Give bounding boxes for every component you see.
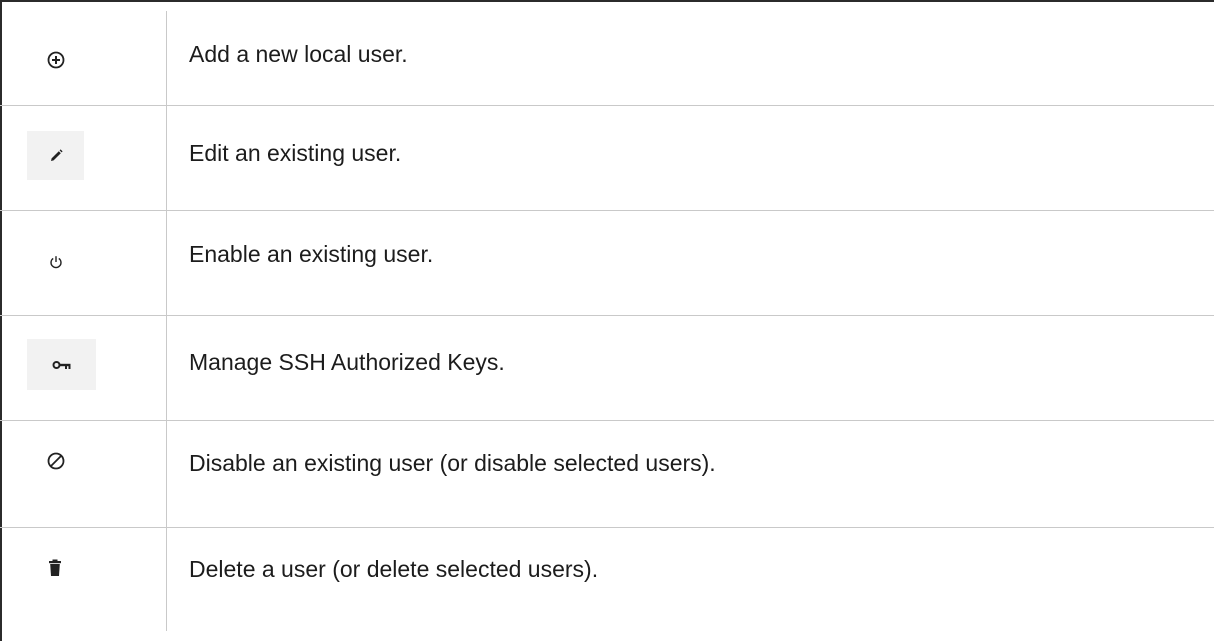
disable-icon (44, 449, 68, 473)
row-description: Edit an existing user. (189, 140, 402, 166)
power-icon (46, 252, 66, 272)
add-circle-icon (44, 48, 68, 72)
table-row-ssh-keys: Manage SSH Authorized Keys. (0, 316, 1214, 419)
icon-cell (0, 528, 166, 631)
table-row-delete-user: Delete a user (or delete selected users)… (0, 528, 1214, 631)
table-row-edit-user: Edit an existing user. (0, 106, 1214, 209)
trash-icon (45, 557, 65, 579)
icon-cell (0, 106, 166, 209)
icon-cell (0, 211, 166, 314)
icon-cell (0, 316, 166, 419)
table-row-add-user: Add a new local user. (0, 2, 1214, 105)
pencil-icon (27, 131, 84, 180)
row-description: Enable an existing user. (189, 241, 434, 267)
row-description: Manage SSH Authorized Keys. (189, 349, 505, 375)
row-description: Delete a user (or delete selected users)… (189, 556, 599, 582)
key-icon (27, 339, 96, 390)
row-description: Add a new local user. (189, 41, 408, 67)
icon-cell (0, 421, 166, 526)
row-description: Disable an existing user (or disable sel… (189, 450, 716, 476)
table-row-disable-user: Disable an existing user (or disable sel… (0, 421, 1214, 526)
icon-cell (0, 2, 166, 105)
table-row-enable-user: Enable an existing user. (0, 211, 1214, 314)
